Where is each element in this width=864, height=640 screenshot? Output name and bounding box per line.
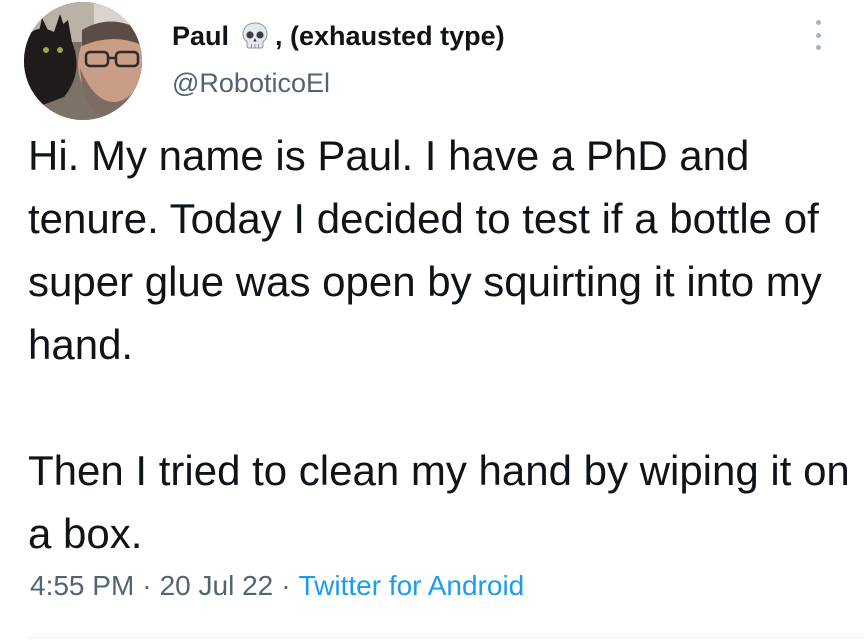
tweet-date[interactable]: 20 Jul 22 [160, 570, 274, 601]
display-name: Paul [172, 20, 230, 51]
display-name-suffix: , (exhausted type) [275, 20, 505, 51]
tweet-time[interactable]: 4:55 PM [30, 570, 134, 601]
tweet-source-link[interactable]: Twitter for Android [299, 570, 525, 601]
avatar-photo [24, 2, 142, 120]
skull-icon [242, 22, 268, 49]
separator-dot: · [281, 570, 291, 601]
more-options-icon[interactable] [810, 20, 826, 50]
author-handle[interactable]: @RoboticoEl [172, 68, 330, 99]
tweet-metadata: 4:55 PM · 20 Jul 22 · Twitter for Android [30, 570, 524, 602]
author-name-row[interactable]: Paul , (exhausted type) [172, 16, 505, 56]
divider [28, 637, 864, 638]
separator-dot: · [142, 570, 152, 601]
tweet-text: Hi. My name is Paul. I have a PhD and te… [28, 132, 850, 557]
avatar[interactable] [24, 2, 142, 120]
